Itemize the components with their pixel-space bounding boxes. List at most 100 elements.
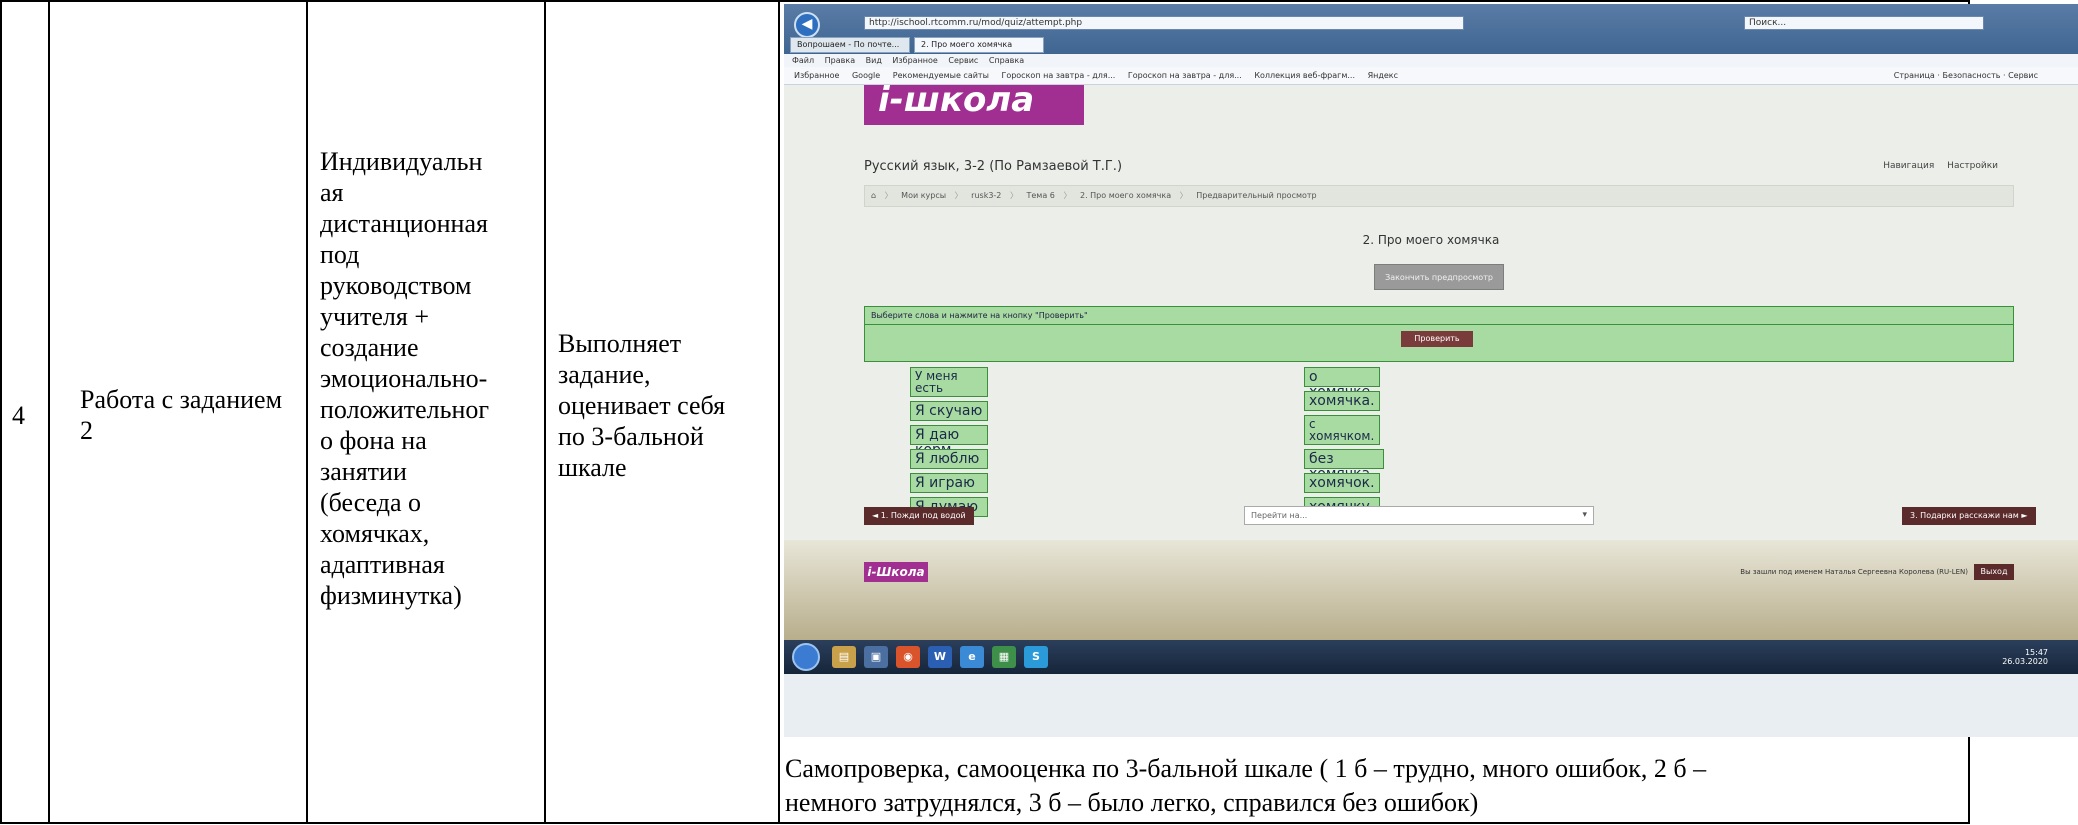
ie-icon[interactable]: e bbox=[960, 646, 984, 668]
form-line: о фона на bbox=[320, 426, 427, 455]
nav-link-settings[interactable]: Настройки bbox=[1947, 161, 1998, 171]
row-number: 4 bbox=[12, 401, 25, 430]
top-links: Навигация Настройки bbox=[1873, 161, 1998, 171]
favorite-link[interactable]: Избранное bbox=[794, 71, 839, 80]
logout-button[interactable]: Выход bbox=[1974, 564, 2014, 580]
clock-date: 26.03.2020 bbox=[2002, 657, 2048, 666]
question-box: Выберите слова и нажмите на кнопку "Пров… bbox=[864, 306, 2014, 362]
menu-item-file[interactable]: Файл bbox=[792, 56, 814, 65]
form-line: адаптивная bbox=[320, 550, 445, 579]
web-page: i-школа Русский язык, 3-2 (По Рамзаевой … bbox=[784, 85, 2078, 640]
left-option[interactable]: У меня есть bbox=[910, 367, 988, 397]
menu-item-edit[interactable]: Правка bbox=[825, 56, 855, 65]
form-cell: Индивидуальн ая дистанционная под руково… bbox=[320, 146, 540, 611]
document-page: 4 Работа с заданием 2 Индивидуальн ая ди… bbox=[0, 0, 2078, 825]
right-option[interactable]: с хомячком. bbox=[1304, 415, 1380, 445]
caption-line: Самопроверка, самооценка по 3-бальной шк… bbox=[785, 754, 1707, 783]
chrome-icon[interactable]: ◉ bbox=[896, 646, 920, 668]
form-line: физминутка) bbox=[320, 581, 462, 610]
menu-item-tools[interactable]: Сервис bbox=[948, 56, 978, 65]
right-option[interactable]: без хомячка. bbox=[1304, 449, 1384, 482]
breadcrumb: ⌂ 〉 Мои курсы 〉 rusk3-2 〉 Тема 6 〉 2. Пр… bbox=[864, 185, 2014, 207]
activity-line: по 3-бальной bbox=[558, 422, 704, 451]
caption-line: немного затруднялся, 3 б – было легко, с… bbox=[785, 788, 1479, 817]
tool-service[interactable]: Сервис bbox=[2008, 71, 2038, 80]
jump-to-placeholder: Перейти на... bbox=[1251, 511, 1308, 520]
app-icon[interactable]: ▦ bbox=[992, 646, 1016, 668]
breadcrumb-item[interactable]: Предварительный просмотр bbox=[1196, 191, 1316, 200]
tool-page[interactable]: Страница bbox=[1894, 71, 1935, 80]
column-divider bbox=[306, 0, 308, 824]
embedded-screenshot: ◀ http://ischool.rtcomm.ru/mod/quiz/atte… bbox=[784, 4, 2078, 737]
footer-logo[interactable]: i-Школа bbox=[864, 562, 928, 582]
activity-title: 2. Про моего хомячка bbox=[1362, 233, 1500, 247]
favorite-link[interactable]: Гороскоп на завтра - для... bbox=[1001, 71, 1115, 80]
right-option[interactable]: хомячка. bbox=[1304, 391, 1380, 411]
jump-to-select[interactable]: Перейти на... ▾ bbox=[1244, 506, 1594, 525]
activity-line: шкале bbox=[558, 453, 627, 482]
breadcrumb-item[interactable]: 2. Про моего хомячка bbox=[1080, 191, 1171, 200]
chevron-right-icon: 〉 bbox=[1179, 191, 1188, 200]
right-option[interactable]: о хомячке. bbox=[1304, 367, 1380, 400]
column-divider bbox=[778, 0, 780, 824]
back-arrow-icon[interactable]: ◀ bbox=[794, 12, 820, 38]
clock: 15:47 26.03.2020 bbox=[2002, 648, 2048, 666]
right-option[interactable]: хомячок. bbox=[1304, 473, 1380, 493]
chevron-right-icon: 〉 bbox=[954, 191, 963, 200]
address-bar[interactable]: http://ischool.rtcomm.ru/mod/quiz/attemp… bbox=[864, 16, 1464, 30]
column-divider bbox=[48, 0, 50, 824]
activity-line: оценивает себя bbox=[558, 391, 726, 420]
next-activity-button[interactable]: 3. Подарки расскажи нам ► bbox=[1902, 507, 2036, 525]
student-activity-cell: Выполняет задание, оценивает себя по 3-б… bbox=[558, 328, 778, 483]
divider bbox=[865, 324, 2013, 325]
left-option[interactable]: Я даю корм bbox=[910, 425, 988, 458]
favorite-link[interactable]: Яндекс bbox=[1368, 71, 1398, 80]
nav-link-navigation[interactable]: Навигация bbox=[1883, 161, 1934, 171]
favorite-link[interactable]: Гороскоп на завтра - для... bbox=[1128, 71, 1242, 80]
browser-tab-active[interactable]: 2. Про моего хомячка bbox=[914, 37, 1044, 53]
self-assessment-caption: Самопроверка, самооценка по 3-бальной шк… bbox=[785, 752, 1965, 820]
breadcrumb-item[interactable]: Тема 6 bbox=[1027, 191, 1055, 200]
favorites-bar: Избранное Google Рекомендуемые сайты Гор… bbox=[784, 67, 2078, 85]
explorer-icon[interactable]: ▤ bbox=[832, 646, 856, 668]
menu-item-favorites[interactable]: Избранное bbox=[892, 56, 937, 65]
prev-activity-button[interactable]: ◄ 1. Пожди под водой bbox=[864, 507, 974, 525]
home-icon[interactable]: ⌂ bbox=[871, 191, 876, 200]
left-option[interactable]: Я люблю bbox=[910, 449, 988, 469]
breadcrumb-item[interactable]: Мои курсы bbox=[901, 191, 946, 200]
form-line: положительног bbox=[320, 395, 490, 424]
search-input[interactable]: Поиск... bbox=[1744, 16, 1984, 30]
breadcrumb-item[interactable]: rusk3-2 bbox=[971, 191, 1001, 200]
word-icon[interactable]: W bbox=[928, 646, 952, 668]
check-button[interactable]: Проверить bbox=[1401, 331, 1473, 347]
form-line: дистанционная bbox=[320, 209, 488, 238]
chevron-right-icon: 〉 bbox=[1009, 191, 1018, 200]
start-button-icon[interactable] bbox=[792, 643, 820, 671]
question-text: Выберите слова и нажмите на кнопку "Пров… bbox=[871, 311, 1088, 320]
favorite-link[interactable]: Коллекция веб-фрагм... bbox=[1254, 71, 1355, 80]
stage-cell: Работа с заданием 2 bbox=[80, 385, 283, 445]
column-divider bbox=[544, 0, 546, 824]
chevron-right-icon: 〉 bbox=[884, 191, 893, 200]
activity-line: Выполняет bbox=[558, 329, 682, 358]
menu-item-view[interactable]: Вид bbox=[866, 56, 882, 65]
left-option[interactable]: Я скучаю bbox=[910, 401, 988, 421]
favorite-link[interactable]: Google bbox=[852, 71, 880, 80]
left-option[interactable]: Я играю bbox=[910, 473, 988, 493]
favorite-link[interactable]: Рекомендуемые сайты bbox=[893, 71, 989, 80]
form-line: ая bbox=[320, 178, 344, 207]
finish-preview-button[interactable]: Закончить предпросмотр bbox=[1374, 264, 1504, 290]
media-icon[interactable]: ▣ bbox=[864, 646, 888, 668]
chevron-right-icon: 〉 bbox=[1063, 191, 1072, 200]
skype-icon[interactable]: S bbox=[1024, 646, 1048, 668]
browser-tab[interactable]: Вопрошаем - По почте... bbox=[790, 37, 910, 53]
form-line: под bbox=[320, 240, 360, 269]
chevron-down-icon: ▾ bbox=[1582, 510, 1587, 520]
form-line: руководством bbox=[320, 271, 472, 300]
tool-security[interactable]: Безопасность bbox=[1942, 71, 2000, 80]
form-line: создание bbox=[320, 333, 419, 362]
form-line: Индивидуальн bbox=[320, 147, 483, 176]
site-logo[interactable]: i-школа bbox=[864, 85, 1084, 125]
menu-item-help[interactable]: Справка bbox=[989, 56, 1024, 65]
site-footer: i-Школа Вы зашли под именем Наталья Серг… bbox=[784, 540, 2078, 640]
